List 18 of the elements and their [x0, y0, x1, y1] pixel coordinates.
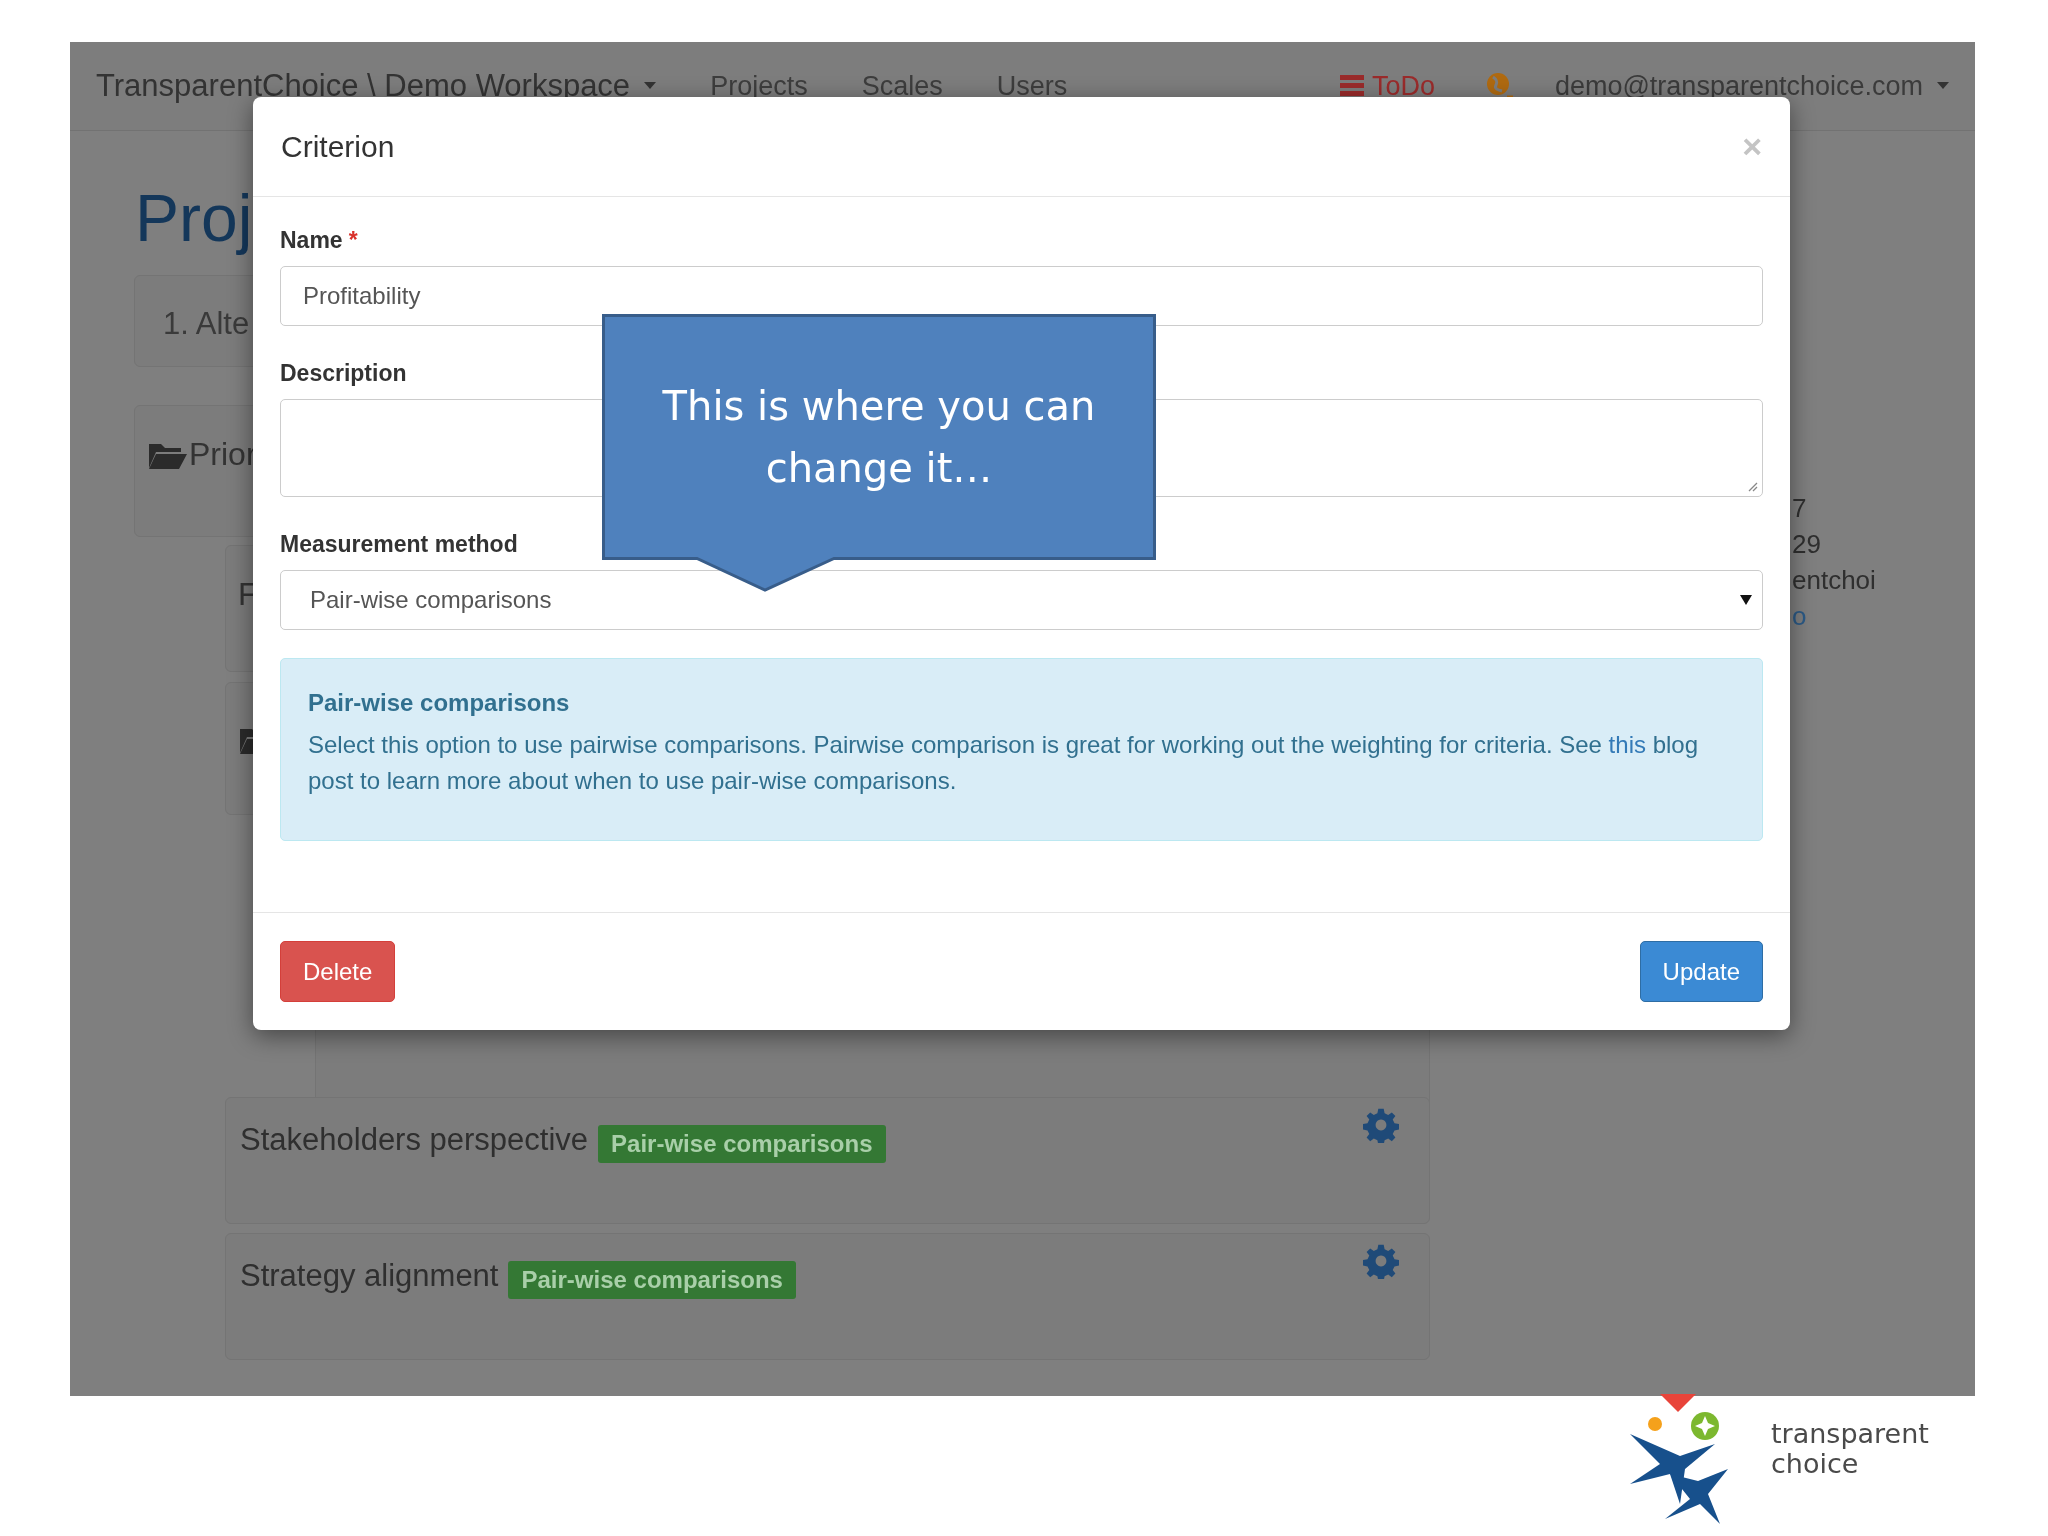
info-text: Select this option to use pairwise comparisons. Pairwise comparison is great for working out the weighting for criteria. See this blog post to learn more about when to use pair-wise comparisons. [308, 730, 1699, 796]
field-label: Description [280, 360, 407, 387]
method-badge: Pair-wise comparisons [598, 1125, 886, 1163]
page-title: Proj [135, 180, 253, 256]
logo-text: choice [1771, 1449, 1859, 1479]
hint-tooltip: This is where you can change it… [602, 314, 1156, 592]
info-text: 29 [1792, 528, 1822, 561]
dialog-title: Criterion [281, 129, 395, 164]
folder-name: Prior [189, 436, 257, 473]
criterion-name: Strategy alignment [240, 1258, 499, 1294]
info-title: Pair-wise comparisons [308, 689, 571, 717]
info-text: 7 [1792, 492, 1808, 525]
logo-text: transparent [1771, 1419, 1929, 1449]
field-label: Name [280, 227, 343, 254]
required-mark: * [348, 227, 358, 254]
info-text: entchoi [1792, 564, 1876, 597]
criterion-name: Stakeholders perspective [240, 1122, 589, 1158]
method-badge: Pair-wise comparisons [508, 1261, 796, 1299]
